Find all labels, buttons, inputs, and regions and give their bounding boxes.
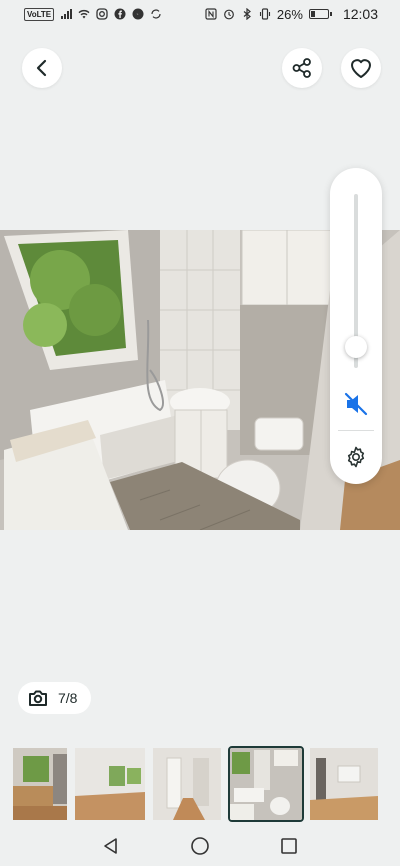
chevron-left-icon xyxy=(36,59,47,77)
clock: 12:03 xyxy=(342,6,378,22)
camera-icon xyxy=(29,690,47,706)
back-button[interactable] xyxy=(22,48,62,88)
battery-percent: 26% xyxy=(276,6,303,22)
instagram-icon xyxy=(96,8,108,20)
status-bar: VoLTE 26% 12:03 xyxy=(0,0,400,28)
thumb-kitchen-1[interactable] xyxy=(13,748,67,820)
volume-slider-thumb[interactable] xyxy=(345,336,367,358)
vibrate-icon xyxy=(259,8,270,20)
settings-button[interactable] xyxy=(342,443,370,471)
status-left: VoLTE xyxy=(24,7,162,21)
thumb-room-window-image xyxy=(310,748,378,820)
triangle-back-icon[interactable] xyxy=(102,837,120,855)
alarm-icon xyxy=(224,9,234,20)
thumb-room-window[interactable] xyxy=(310,748,378,820)
battery-icon xyxy=(308,9,332,19)
photo-counter-text: 7/8 xyxy=(58,690,78,706)
volte-badge: VoLTE xyxy=(24,7,55,21)
gear-icon xyxy=(347,446,365,468)
thumb-room-empty[interactable] xyxy=(75,748,145,820)
video-controls-panel xyxy=(330,168,382,484)
thumb-bathroom[interactable] xyxy=(228,746,304,822)
panel-divider xyxy=(338,430,374,431)
thumb-room-empty-image xyxy=(75,748,145,820)
thumb-bathroom-image xyxy=(230,748,302,820)
speaker-muted-icon xyxy=(344,392,368,416)
share-button[interactable] xyxy=(282,48,322,88)
nfc-icon xyxy=(205,8,217,20)
square-recents-icon[interactable] xyxy=(280,837,298,855)
sync-icon xyxy=(151,9,161,19)
photo-counter[interactable]: 7/8 xyxy=(18,682,92,714)
signal-icon xyxy=(61,9,73,19)
thumb-hallway-image xyxy=(153,748,221,820)
heart-outline-icon xyxy=(351,59,371,78)
messenger-icon xyxy=(132,8,144,20)
thumbnail-strip xyxy=(0,746,400,822)
thumb-hallway[interactable] xyxy=(153,748,221,820)
status-right: 26% 12:03 xyxy=(205,6,378,22)
mute-button[interactable] xyxy=(342,390,370,418)
wifi-icon xyxy=(78,9,90,19)
system-nav-bar xyxy=(0,826,400,866)
circle-home-icon[interactable] xyxy=(190,836,210,856)
facebook-icon xyxy=(114,8,126,20)
share-icon xyxy=(292,58,311,78)
bluetooth-icon xyxy=(243,8,251,20)
thumb-kitchen-1-image xyxy=(13,748,67,820)
battery-fill xyxy=(310,11,315,17)
favorite-button[interactable] xyxy=(341,48,381,88)
